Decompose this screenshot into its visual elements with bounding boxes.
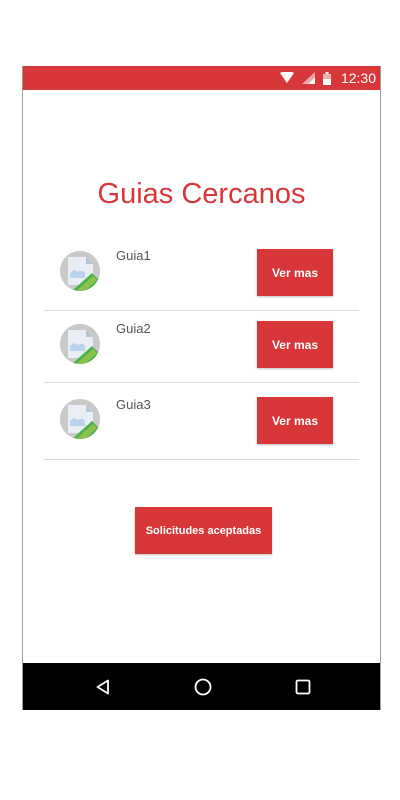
image-placeholder-icon xyxy=(60,399,100,439)
page-title: Guias Cercanos xyxy=(97,178,306,210)
image-placeholder-icon xyxy=(60,251,100,291)
recents-icon[interactable] xyxy=(291,675,315,699)
navigation-bar xyxy=(23,663,380,710)
ver-mas-button[interactable]: Ver mas xyxy=(257,249,333,296)
list-item: Guia2 Ver mas xyxy=(44,311,359,383)
guide-name: Guia3 xyxy=(116,397,151,412)
list-item: Guia3 Ver mas xyxy=(44,383,359,460)
status-time: 12:30 xyxy=(340,70,376,86)
guide-name: Guia2 xyxy=(116,321,151,336)
phone-screen: 12:30 Guias Cercanos Guia1 Ver mas Guia2… xyxy=(22,66,381,710)
image-placeholder-icon xyxy=(60,324,100,364)
ver-mas-button[interactable]: Ver mas xyxy=(257,397,333,444)
home-icon[interactable] xyxy=(191,675,215,699)
accepted-requests-button[interactable]: Solicitudes aceptadas xyxy=(135,507,272,554)
status-icons: 12:30 xyxy=(279,66,376,90)
back-icon[interactable] xyxy=(91,675,115,699)
ver-mas-button[interactable]: Ver mas xyxy=(257,321,333,368)
signal-icon xyxy=(301,72,315,84)
list-item: Guia1 Ver mas xyxy=(44,238,359,311)
status-bar: 12:30 xyxy=(23,66,380,90)
guide-name: Guia1 xyxy=(116,248,151,263)
battery-icon xyxy=(322,71,331,85)
guide-list: Guia1 Ver mas Guia2 Ver mas Guia3 Ver ma… xyxy=(44,238,359,460)
wifi-icon xyxy=(279,72,294,84)
